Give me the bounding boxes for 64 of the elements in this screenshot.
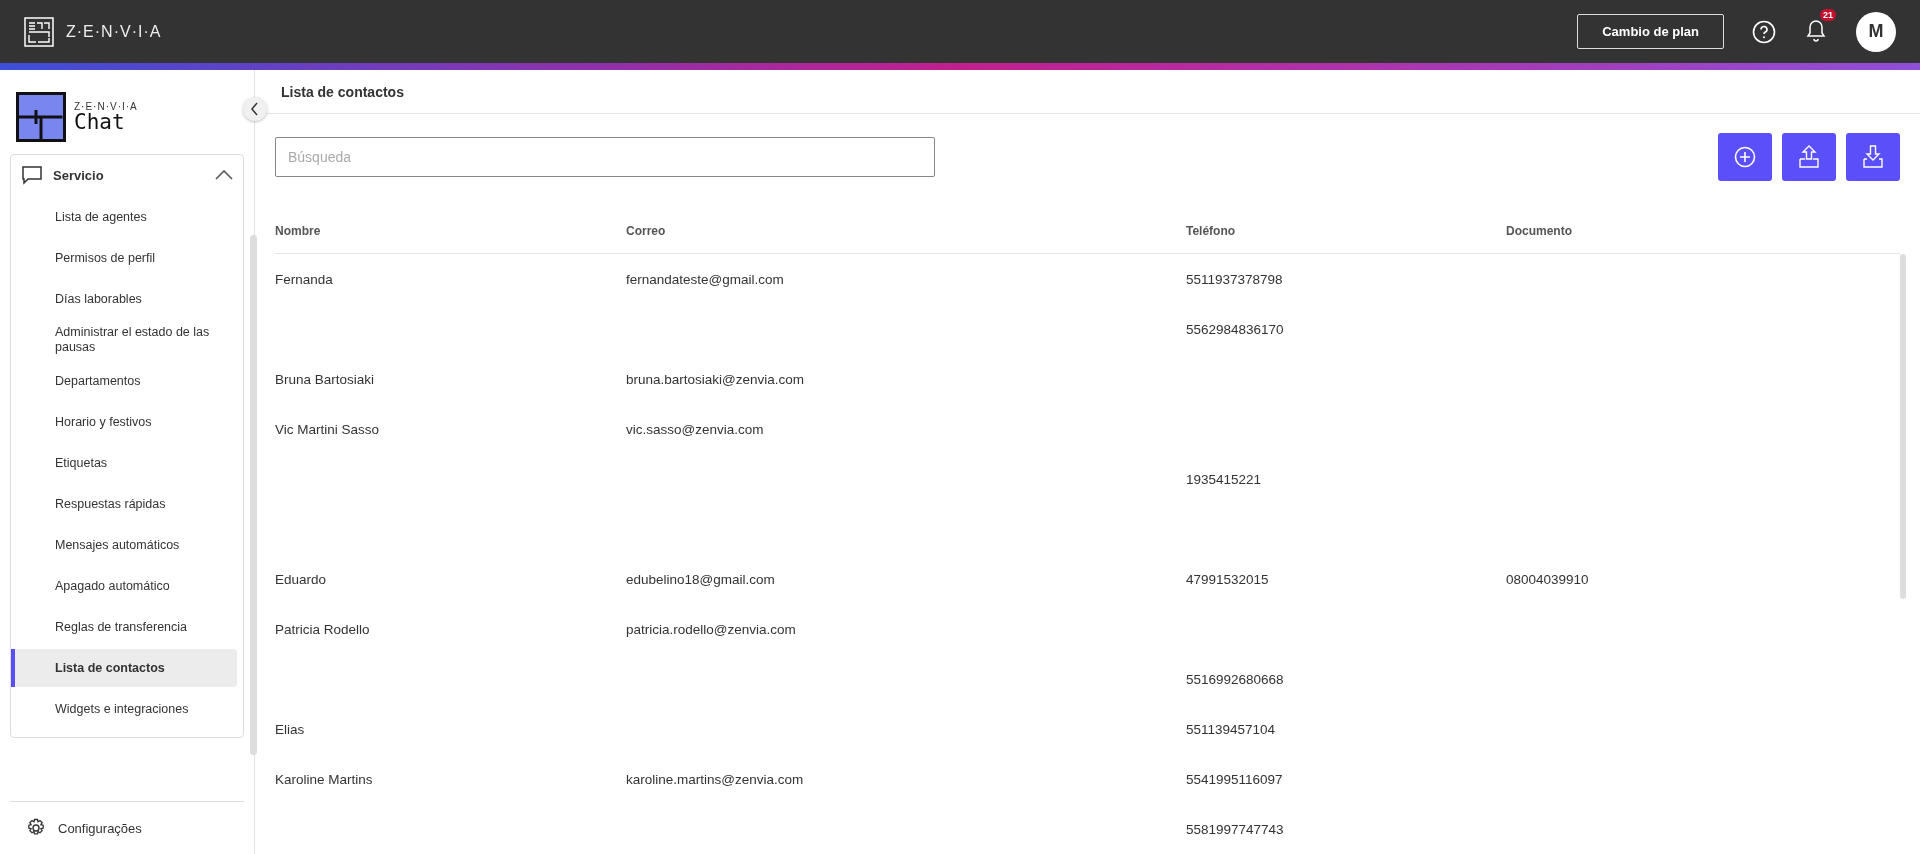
column-header: Documento (1506, 224, 1573, 238)
sidebar-item[interactable]: Departamentos (11, 362, 237, 400)
sidebar-item[interactable]: Reglas de transferencia (11, 608, 237, 646)
table-cell: Bruna Bartosiaki (275, 371, 375, 387)
table-cell: Patricia Rodello (275, 621, 370, 637)
sidebar-item[interactable]: Etiquetas (11, 444, 237, 482)
table-cell: fernandateste@gmail.com (626, 271, 784, 287)
table-cell: 5516992680668 (1186, 671, 1284, 687)
table-cell: 551139457104 (1186, 721, 1276, 737)
sidebar-item[interactable]: Lista de contactos (11, 649, 237, 687)
brand-name: Z·E·N·V·I·A (66, 22, 162, 41)
chat-logo-icon (16, 92, 66, 142)
table-cell: karoline.martins@zenvia.com (626, 771, 804, 787)
settings-icon (26, 818, 46, 838)
notification-count: 21 (1820, 8, 1836, 21)
add-contact-button[interactable] (1718, 133, 1772, 181)
table-cell: 5562984836170 (1186, 321, 1284, 337)
user-avatar[interactable]: M (1856, 11, 1896, 52)
sidebar-item[interactable]: Apagado automático (11, 567, 237, 605)
logo-product: Chat (74, 112, 126, 133)
download-icon (1862, 145, 1884, 169)
chat-bubble-icon (21, 165, 43, 185)
sidebar-item[interactable]: Días laborables (11, 280, 237, 318)
table-cell: 1935415221 (1186, 471, 1262, 487)
column-header: Nombre (275, 224, 322, 238)
sidebar-item[interactable]: Mensajes automáticos (11, 526, 237, 564)
table-cell: Elias (275, 721, 305, 737)
change-plan-button[interactable]: Cambio de plan (1577, 14, 1724, 49)
sidebar-item[interactable]: Respuestas rápidas (11, 485, 237, 523)
table-cell: vic.sasso@zenvia.com (626, 421, 764, 437)
column-header: Correo (626, 224, 667, 238)
table-cell: patricia.rodello@zenvia.com (626, 621, 796, 637)
page-title: Lista de contactos (281, 83, 404, 100)
table-cell: 5581997747743 (1186, 821, 1284, 837)
plus-circle-icon (1734, 146, 1756, 168)
sidebar-item[interactable]: Lista de agentes (11, 198, 237, 236)
sidebar-item[interactable]: Administrar el estado de las pausas (11, 321, 237, 359)
download-button[interactable] (1846, 133, 1900, 181)
upload-icon (1798, 145, 1820, 169)
scrollbar[interactable] (250, 235, 257, 755)
logo-icon (24, 16, 54, 47)
search-field[interactable]: Búsqueda (275, 137, 935, 177)
table-cell: 5541995116097 (1186, 771, 1283, 787)
table-cell: Fernanda (275, 271, 333, 287)
sidebar-item[interactable]: Permisos de perfil (11, 239, 237, 277)
logo-brand: Z·E·N·V·I·A (74, 101, 138, 112)
column-header: Teléfono (1186, 224, 1237, 238)
settings-link[interactable]: Configurações (58, 820, 142, 836)
service-group-header[interactable]: Servicio (11, 161, 243, 195)
collapse-sidebar-button[interactable] (243, 97, 267, 121)
table-cell: Vic Martini Sasso (275, 421, 380, 437)
table-cell: Karoline Martins (275, 771, 373, 787)
sidebar-item[interactable]: Widgets e integraciones (11, 690, 237, 728)
upload-button[interactable] (1782, 133, 1836, 181)
chevron-left-icon (250, 102, 260, 116)
table-cell: 08004039910 (1506, 571, 1589, 587)
table-cell: Eduardo (275, 571, 327, 587)
table-cell: 5511937378798 (1186, 271, 1283, 287)
sidebar-item[interactable]: Horario y festivos (11, 403, 237, 441)
table-cell: bruna.bartosiaki@zenvia.com (626, 371, 805, 387)
table-cell: 47991532015 (1186, 571, 1269, 587)
table-cell: edubelino18@gmail.com (626, 571, 775, 587)
help-icon[interactable] (1752, 19, 1776, 44)
scrollbar[interactable] (1900, 254, 1906, 599)
